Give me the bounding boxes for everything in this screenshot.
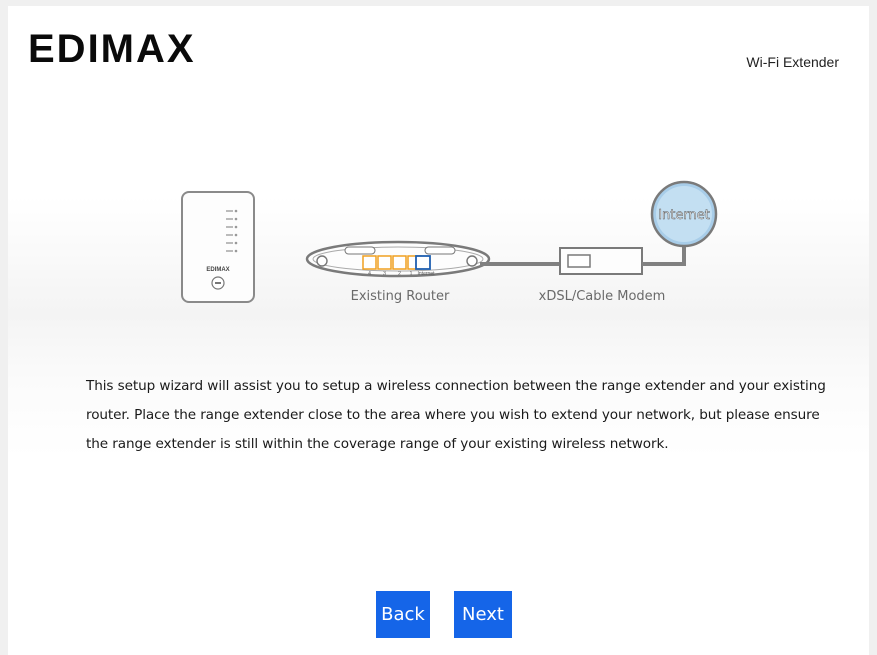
port-label-internet: Internet <box>418 271 436 277</box>
frame-border-top <box>0 0 877 6</box>
frame-border-right <box>869 0 877 655</box>
frame-border-left <box>0 0 8 655</box>
internet-label: Internet <box>658 208 710 223</box>
back-button[interactable]: Back <box>376 591 430 638</box>
extender-brand: EDIMAX <box>206 267 229 273</box>
existing-router-device: 4 3 2 1 Internet Existing Router <box>305 240 491 304</box>
product-name: Wi-Fi Extender <box>746 54 839 70</box>
modem-internet-cable <box>642 244 686 266</box>
next-button[interactable]: Next <box>454 591 512 638</box>
port-label-3: 3 <box>383 271 386 277</box>
port-label-2: 2 <box>398 271 401 277</box>
router-label: Existing Router <box>351 289 450 304</box>
port-label-1: 1 <box>410 271 413 277</box>
port-label-4: 4 <box>368 271 371 277</box>
internet-globe-icon: Internet <box>650 180 718 248</box>
wizard-description: This setup wizard will assist you to set… <box>86 378 826 452</box>
modem-device: xDSL/Cable Modem <box>539 247 666 304</box>
logo-text: EDIMAX <box>28 27 196 71</box>
edimax-logo: EDIMAX <box>28 27 196 71</box>
range-extender-device: EDIMAX <box>181 191 255 303</box>
setup-diagram: EDIMAX 4 3 2 1 Internet Existing Router … <box>181 180 718 304</box>
page-background <box>0 0 877 655</box>
modem-label: xDSL/Cable Modem <box>539 289 666 304</box>
